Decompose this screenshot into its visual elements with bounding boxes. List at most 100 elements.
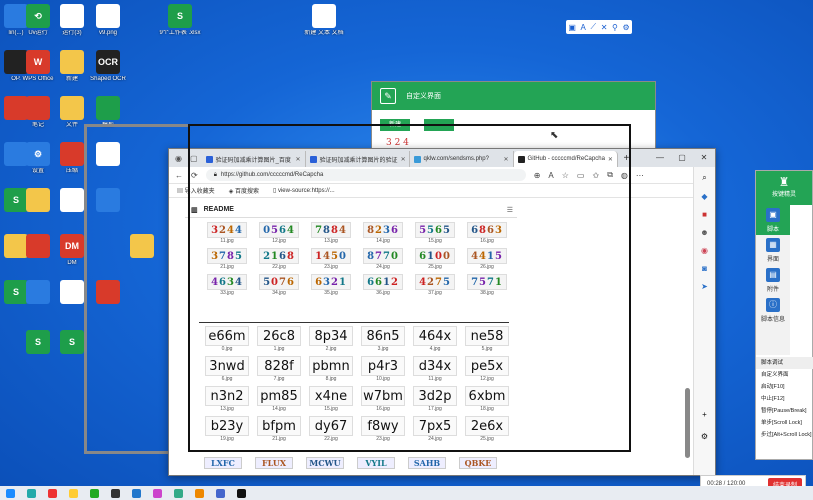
screenshot-toolbar: ▣ A ⟋ ✕ ⚲ ⚙ bbox=[566, 20, 632, 34]
tag-icon[interactable]: ◆ bbox=[701, 192, 707, 201]
maximize-button[interactable]: ▢ bbox=[671, 149, 693, 167]
desktop-icon-label: 新建 文本 文档 bbox=[304, 30, 344, 36]
taskbar-app-icon[interactable] bbox=[48, 488, 57, 498]
send-icon[interactable]: ➤ bbox=[701, 282, 708, 291]
panel-nav-item[interactable]: ▣ 脚本 bbox=[756, 205, 790, 235]
panel-nav: ▣ 脚本 ▦ 界面 ▤ 附件 ⓘ 脚本信息 bbox=[756, 205, 790, 355]
taskbar-app-icon[interactable] bbox=[153, 488, 162, 498]
file-icon bbox=[96, 96, 120, 120]
panel-nav-icon: ▣ bbox=[766, 208, 780, 222]
file-icon bbox=[60, 142, 84, 166]
taskbar-app-icon[interactable] bbox=[132, 488, 141, 498]
desktop-icon-label: v9.png bbox=[98, 30, 117, 36]
file-icon bbox=[60, 50, 84, 74]
panel-debug-item[interactable]: 暂停[Pause/Break] bbox=[756, 405, 813, 417]
outlook-icon[interactable]: ◙ bbox=[702, 264, 707, 273]
person-icon[interactable]: ☻ bbox=[700, 228, 708, 237]
file-icon: S bbox=[26, 330, 50, 354]
toolbar-tool-icon[interactable]: ▣ bbox=[568, 23, 576, 32]
taskbar-app-icon[interactable] bbox=[216, 488, 225, 498]
toolbar-tool-icon[interactable]: ⚲ bbox=[612, 23, 618, 32]
scrollbar[interactable] bbox=[685, 388, 690, 458]
robot-icon: ♜ bbox=[778, 175, 790, 189]
taskbar-app-icon[interactable] bbox=[195, 488, 204, 498]
file-icon: ⚙ bbox=[26, 142, 50, 166]
file-icon bbox=[60, 96, 84, 120]
close-button[interactable]: ✕ bbox=[693, 149, 715, 167]
panel-debug-item[interactable]: 启动[F10] bbox=[756, 381, 813, 393]
file-icon bbox=[60, 188, 84, 212]
panel-nav-label: 附件 bbox=[766, 287, 779, 293]
window-controls: — ▢ ✕ bbox=[649, 149, 715, 167]
file-icon bbox=[312, 4, 336, 28]
toolbar-tool-icon[interactable]: ⚙ bbox=[623, 23, 630, 32]
captcha-colored: SAHB bbox=[408, 457, 446, 469]
panel-nav-item[interactable]: ▤ 附件 bbox=[756, 265, 790, 295]
taskbar-app-icon[interactable] bbox=[90, 488, 99, 498]
captcha-colored: MCWU bbox=[306, 457, 344, 469]
captcha-colored: LXFC bbox=[204, 457, 242, 469]
desktop-icon-label: 9个工作表 .xlsx bbox=[159, 30, 201, 36]
file-icon bbox=[60, 280, 84, 304]
captcha-colored: QBKE bbox=[459, 457, 497, 469]
file-icon bbox=[60, 4, 84, 28]
file-icon: W bbox=[26, 50, 50, 74]
add-icon[interactable]: + bbox=[702, 410, 707, 419]
taskbar-app-icon[interactable] bbox=[174, 488, 183, 498]
taskbar-app-icon[interactable] bbox=[6, 488, 15, 498]
taskbar-app-icon[interactable] bbox=[27, 488, 36, 498]
file-icon: S bbox=[60, 330, 84, 354]
taskbar-app-icon[interactable] bbox=[237, 488, 246, 498]
profile-icon[interactable]: ◉ bbox=[171, 154, 186, 163]
panel-nav-label: 界面 bbox=[766, 257, 779, 263]
taskbar bbox=[0, 486, 813, 500]
panel-debug-item[interactable]: 单步[Scroll Lock] bbox=[756, 417, 813, 429]
edge-sidebar: ⌕ ◆ ■ ☻ ◉ ◙ ➤ + ⚙ bbox=[693, 167, 715, 475]
file-icon bbox=[26, 188, 50, 212]
desktop-icon[interactable]: v9.png bbox=[86, 4, 130, 50]
desktop-icon[interactable]: 新建 文本 文档 bbox=[302, 4, 346, 50]
captcha-colored: FLUX bbox=[255, 457, 293, 469]
desktop-icon[interactable]: OCR Shaped OCR bbox=[86, 50, 130, 96]
edit-icon: ✎ bbox=[380, 88, 396, 104]
file-icon bbox=[26, 96, 50, 120]
selection-rect bbox=[188, 124, 631, 452]
captcha-colored: VYIL bbox=[357, 457, 395, 469]
file-icon: ⟲ bbox=[26, 4, 50, 28]
panel-nav-icon: ▦ bbox=[766, 238, 780, 252]
panel-nav-label: 脚本 bbox=[766, 227, 779, 233]
toolbar-tool-icon[interactable]: A bbox=[581, 23, 586, 32]
taskbar-app-icon[interactable] bbox=[111, 488, 120, 498]
panel-nav-icon: ▤ bbox=[766, 268, 780, 282]
panel-debug-item[interactable]: 自定义界面 bbox=[756, 369, 813, 381]
dialog-header: ✎ 自定义界面 bbox=[372, 82, 655, 110]
panel-nav-item[interactable]: ⓘ 脚本信息 bbox=[756, 295, 790, 325]
panel-title: 按键精灵 bbox=[771, 192, 796, 198]
taskbar-app-icon[interactable] bbox=[69, 488, 78, 498]
settings-icon[interactable]: ⚙ bbox=[701, 432, 708, 441]
back-icon[interactable]: ← bbox=[175, 171, 183, 180]
panel-nav-icon: ⓘ bbox=[766, 298, 780, 312]
search-icon[interactable]: ⌕ bbox=[702, 173, 706, 183]
file-icon bbox=[26, 280, 50, 304]
office-icon[interactable]: ◉ bbox=[701, 246, 708, 255]
more-icon[interactable]: ⋯ bbox=[636, 171, 644, 180]
panel-debug-item[interactable]: 中止[F12] bbox=[756, 393, 813, 405]
panel-header: ♜ 按键精灵 bbox=[756, 171, 812, 205]
file-icon bbox=[96, 4, 120, 28]
toolbox-icon[interactable]: ■ bbox=[702, 210, 707, 219]
panel-debug-list: 脚本调试 自定义界面 启动[F10] 中止[F12] 暂停[Pause/Break] 单步… bbox=[756, 357, 813, 441]
panel-nav-item[interactable]: ▦ 界面 bbox=[756, 235, 790, 265]
file-icon: S bbox=[168, 4, 192, 28]
panel-section-title: 脚本调试 bbox=[756, 357, 813, 369]
panel-debug-item[interactable]: 步过[Alt+Scroll Lock] bbox=[756, 429, 813, 441]
desktop-icon[interactable]: S 9个工作表 .xlsx bbox=[158, 4, 202, 50]
anjian-panel: ♜ 按键精灵 ▣ 脚本 ▦ 界面 ▤ 附件 ⓘ 脚本信息 脚本调试 自定义界面 启动[F10] 中止… bbox=[755, 170, 813, 460]
desktop-icon-label: Shaped OCR bbox=[90, 76, 126, 82]
panel-nav-label: 脚本信息 bbox=[760, 317, 785, 323]
file-icon bbox=[26, 234, 50, 258]
toolbar-tool-icon[interactable]: ✕ bbox=[601, 23, 608, 32]
file-icon: DM bbox=[60, 234, 84, 258]
minimize-button[interactable]: — bbox=[649, 149, 671, 167]
toolbar-tool-icon[interactable]: ⟋ bbox=[590, 22, 596, 32]
